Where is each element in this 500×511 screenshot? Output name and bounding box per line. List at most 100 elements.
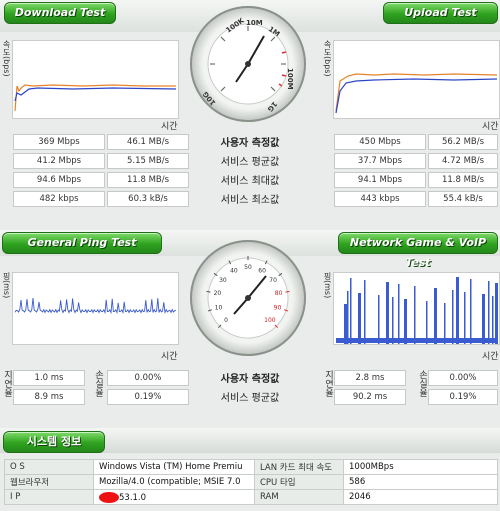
download-x-axis-label: 시간 [161,122,178,132]
top-center-label: 서비스 최소값 [220,195,280,206]
game-spike [470,279,472,344]
upload-chart-plot [335,73,498,114]
top-center-label: 사용자 측정값 [220,138,280,149]
speed-gauge-tick-10g: 10G [201,90,217,107]
ping-series [14,297,177,315]
speed-gauge-tick-10m: 10M [246,19,263,27]
ping-test-button[interactable]: General Ping Test [2,232,162,254]
ping-gauge-tick: 0 [224,317,228,324]
latency-side-label: 지연율 [323,370,333,397]
download-value-mbps: 94.6 Mbps [13,172,105,188]
game-spike [386,282,389,344]
game-spike [426,301,428,344]
game-spike [488,281,490,344]
mid-center-label: 서비스 평균값 [220,393,280,404]
os-label: O S [4,459,94,475]
browser-label: 웹브라우저 [4,474,94,490]
download-value-mbps: 482 kbps [13,191,105,207]
download-y-axis-label: 속도(bps) [2,40,11,77]
ping-gauge-tick: 40 [230,267,238,274]
speed-gauge-tick-1g: 1G [265,100,278,113]
os-value: Windows Vista (TM) Home Premiu [93,459,255,475]
upload-y-axis-label: 속도(bps) [323,40,332,77]
loss-side-label: 손실율 [93,370,103,397]
upload-x-axis-label: 시간 [482,122,499,132]
upload-value-mbps: 94.1 Mbps [334,172,426,188]
ping-gauge-dial: 010 20 3040 50 6070 80 90 100 [206,256,290,339]
ping-gauge-tick: 60 [258,267,266,274]
download-value-bytes: 11.8 MB/s [107,172,189,188]
game-spike [482,294,485,344]
ip-label: I P [4,489,94,505]
system-info-title: 시스템 정보 [3,431,105,453]
browser-value: Mozilla/4.0 (compatible; MSIE 7.0 [93,474,255,490]
ping-chart [12,272,179,345]
ping-gauge-tick: 80 [275,290,283,297]
game-spike [347,291,349,344]
download-value-bytes: 5.15 MB/s [107,153,189,169]
game-spike [392,297,394,344]
game-spike [434,288,437,344]
ping-latency-value: 8.9 ms [13,389,85,405]
game-x-axis-label: 시간 [482,352,499,362]
game-spike [444,303,446,344]
upload-value-bytes: 55.4 kB/s [428,191,498,207]
game-spike [495,283,498,344]
upload-test-button[interactable]: Upload Test [383,2,498,24]
mid-center-label: 사용자 측정값 [220,374,280,385]
upload-value-mbps: 450 Mbps [334,134,426,150]
ram-value: 2046 [343,489,498,505]
latency-side-label: 지연율 [2,370,12,397]
ping-gauge: 0 10 20 30 40 50 60 70 80 90 100 [190,240,306,356]
game-latency-value: 90.2 ms [334,389,406,405]
game-chart-plot [336,277,498,344]
upload-value-mbps: 37.7 Mbps [334,153,426,169]
game-spike [464,292,466,344]
ping-y-axis-label: 핑(ms) [2,272,11,299]
ping-gauge-tick: 90 [274,305,282,312]
game-loss-value: 0.19% [428,389,498,405]
ping-gauge-tick-mark [285,290,290,293]
system-info-table: O S Windows Vista (TM) Home Premiu LAN 카… [4,459,498,505]
ping-x-axis-label: 시간 [161,352,178,362]
upload-value-bytes: 11.8 MB/s [428,172,498,188]
ping-gauge-tick: 10 [215,305,223,312]
ram-label: RAM [254,489,344,505]
download-value-bytes: 60.3 kB/s [107,191,189,207]
upload-value-bytes: 4.72 MB/s [428,153,498,169]
ping-loss-value: 0.19% [107,389,189,405]
speed-gauge: 100K 10M 1M 100M 1G 10G [190,6,306,122]
game-spike [452,290,454,344]
speed-gauge-dial: 100K 10M 1M 100M 1G 10G [201,16,294,113]
system-row-os: O S Windows Vista (TM) Home Premiu LAN 카… [4,459,498,475]
download-value-mbps: 369 Mbps [13,134,105,150]
game-spike [456,277,459,344]
game-baseline [336,338,497,343]
top-center-label: 서비스 평균값 [220,157,280,168]
ping-gauge-tick: 20 [214,290,222,297]
ping-loss-value: 0.00% [107,370,189,386]
upload-value-bytes: 56.2 MB/s [428,134,498,150]
network-game-voip-button[interactable]: Network Game & VoIP Test [338,232,498,269]
game-y-axis-label: 핑(ms) [323,272,332,299]
download-value-mbps: 41.2 Mbps [13,153,105,169]
game-spike [358,293,361,344]
ping-gauge-tick: 70 [269,277,277,284]
game-chart [333,272,500,345]
ping-gauge-tick: 50 [244,264,252,271]
system-row-ip: I P 53.1.0 RAM 2046 [4,489,498,505]
game-spike [492,296,494,344]
game-spike [378,295,380,344]
game-latency-value: 2.8 ms [334,370,406,386]
upload-value-mbps: 443 kbps [334,191,426,207]
upload-series-blue [335,78,498,114]
redaction-mark [99,491,119,503]
download-chart [12,40,179,119]
game-loss-value: 0.00% [428,370,498,386]
download-value-bytes: 46.1 MB/s [107,134,189,150]
game-spike [414,286,416,344]
ping-gauge-tick-mark [206,290,211,293]
lan-speed-label: LAN 카드 최대 속도 [254,459,344,475]
download-test-button[interactable]: Download Test [4,2,116,24]
lan-speed-value: 1000MBps [343,459,498,475]
